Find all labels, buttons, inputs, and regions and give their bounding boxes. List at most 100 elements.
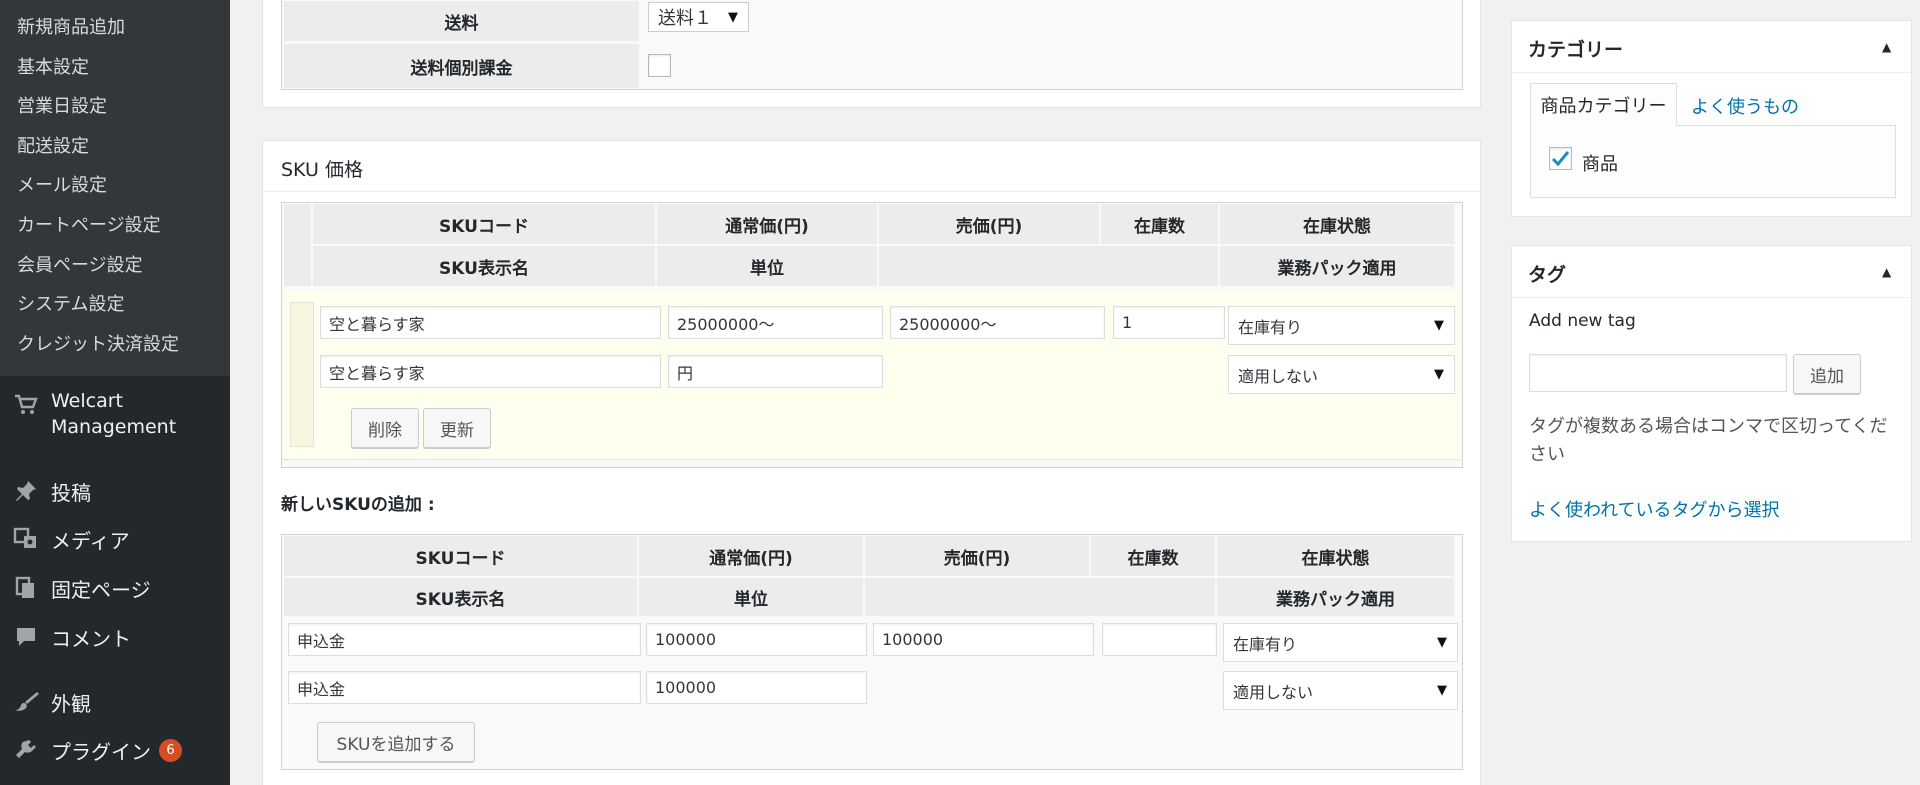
sku-header-spacer (284, 204, 311, 286)
category-panel: カテゴリー ▲ 商品 商品カテゴリー よく使うもの (1511, 20, 1912, 217)
new-sku-display-name-input[interactable]: 申込金 (288, 671, 641, 704)
plugin-update-count-badge: 6 (159, 738, 182, 762)
popular-tags-link[interactable]: よく使われているタグから選択 (1529, 496, 1780, 522)
add-new-tag-label: Add new tag (1529, 311, 1636, 331)
menu-item-pages-label: 固定ページ (51, 577, 151, 602)
new-sku-label: 新しいSKUの追加 : (281, 495, 435, 515)
new-tag-input[interactable] (1529, 354, 1787, 392)
category-panel-header[interactable]: カテゴリー ▲ (1512, 21, 1911, 73)
submenu-item-business-days[interactable]: 営業日設定 (0, 87, 230, 127)
sku-col-business-pack: 業務パック適用 (1220, 246, 1454, 286)
chevron-down-icon: ▼ (1434, 318, 1444, 333)
new-sku-col-business-pack: 業務パック適用 (1217, 578, 1454, 616)
menu-item-posts-label: 投稿 (51, 480, 91, 505)
pages-icon (0, 576, 51, 600)
submenu-item-member-page[interactable]: 会員ページ設定 (0, 246, 230, 286)
sku-col-code: SKUコード (313, 204, 655, 244)
sku-update-button[interactable]: 更新 (423, 408, 491, 448)
submenu-item-delivery[interactable]: 配送設定 (0, 127, 230, 167)
submenu-item-cart-page[interactable]: カートページ設定 (0, 206, 230, 246)
menu-item-appearance[interactable]: 外観 (0, 683, 230, 721)
sku-delete-button[interactable]: 削除 (351, 408, 419, 448)
sku-existing-display-name-input[interactable]: 空と暮らす家 (320, 355, 661, 388)
menu-item-plugins-label: プラグイン (51, 739, 151, 764)
submenu-item-new-product[interactable]: 新規商品追加 (0, 8, 230, 48)
new-sku-business-pack-select[interactable]: 適用しない ▼ (1223, 671, 1458, 710)
sku-existing-regular-price-input[interactable]: 25000000〜 (668, 306, 883, 339)
welcart-label-line2: Management (51, 416, 177, 438)
submenu-item-credit[interactable]: クレジット決済設定 (0, 325, 230, 365)
sku-existing-sale-price-input[interactable]: 25000000〜 (890, 306, 1105, 339)
new-sku-code-input[interactable]: 申込金 (288, 623, 641, 656)
new-sku-unit-input[interactable]: 100000 (646, 671, 867, 704)
sku-col-stock: 在庫数 (1101, 204, 1218, 244)
new-sku-col-regular-price: 通常価(円) (639, 536, 863, 576)
menu-item-pages[interactable]: 固定ページ (0, 569, 230, 607)
new-sku-stock-status-value: 在庫有り (1233, 634, 1298, 654)
collapse-toggle-icon[interactable]: ▲ (1882, 265, 1891, 279)
new-sku-business-pack-value: 適用しない (1233, 682, 1314, 702)
shipping-table: 送料 送料１ ▼ 送料個別課金 (281, 0, 1463, 90)
tags-panel: タグ ▲ Add new tag 追加 タグが複数ある場合はコンマで区切ってくだ… (1511, 245, 1912, 542)
shipping-select[interactable]: 送料１ ▼ (648, 2, 749, 32)
sku-existing-code-input[interactable]: 空と暮らす家 (320, 306, 661, 339)
new-sku-stock-status-select[interactable]: 在庫有り ▼ (1223, 623, 1458, 662)
menu-item-media[interactable]: メディア (0, 520, 230, 558)
sku-col-empty (879, 246, 1218, 286)
sku-col-display-name: SKU表示名 (313, 246, 655, 286)
chevron-down-icon: ▼ (1437, 683, 1447, 698)
plugin-icon (0, 738, 51, 762)
new-sku-col-code: SKUコード (284, 536, 637, 576)
new-sku-stock-input[interactable] (1102, 623, 1217, 656)
menu-item-welcart-management[interactable]: Welcart Management (0, 384, 230, 448)
tags-panel-header[interactable]: タグ ▲ (1512, 246, 1911, 298)
menu-item-comments[interactable]: コメント (0, 618, 230, 656)
category-checkbox-product[interactable] (1549, 147, 1572, 170)
sku-panel: SKU 価格 SKUコード 通常価(円) 売価(円) 在庫数 在庫状態 SKU表… (262, 140, 1481, 785)
tags-panel-title: タグ (1528, 264, 1567, 286)
submenu-item-basic-settings[interactable]: 基本設定 (0, 48, 230, 88)
welcart-label-line1: Welcart (51, 390, 123, 412)
category-tab-popular[interactable]: よく使うもの (1691, 93, 1799, 119)
add-tag-button[interactable]: 追加 (1793, 354, 1861, 394)
cart-icon (0, 388, 51, 416)
shipping-individual-label: 送料個別課金 (284, 44, 639, 88)
submenu-item-system[interactable]: システム設定 (0, 285, 230, 325)
submenu-item-mail[interactable]: メール設定 (0, 166, 230, 206)
sku-panel-header: SKU 価格 (263, 141, 1480, 192)
sku-col-sale-price: 売価(円) (879, 204, 1099, 244)
tags-hint: タグが複数ある場合はコンマで区切ってください (1529, 416, 1888, 465)
welcart-submenu: 新規商品追加 基本設定 営業日設定 配送設定 メール設定 カートページ設定 会員… (0, 0, 230, 376)
new-sku-sale-price-input[interactable]: 100000 (873, 623, 1094, 656)
sku-drag-handle[interactable] (290, 302, 314, 447)
menu-item-plugins[interactable]: プラグイン 6 (0, 731, 230, 769)
sku-panel-title: SKU 価格 (281, 159, 363, 181)
add-sku-button[interactable]: SKUを追加する (317, 722, 475, 762)
shipping-individual-checkbox[interactable] (648, 54, 671, 77)
new-sku-col-stock: 在庫数 (1091, 536, 1215, 576)
sku-existing-business-pack-select[interactable]: 適用しない ▼ (1228, 355, 1455, 394)
comment-icon (0, 626, 51, 648)
category-tab-all[interactable]: 商品カテゴリー (1530, 83, 1677, 126)
menu-item-posts[interactable]: 投稿 (0, 472, 230, 510)
sku-existing-stock-status-value: 在庫有り (1238, 317, 1303, 337)
admin-sidebar: 新規商品追加 基本設定 営業日設定 配送設定 メール設定 カートページ設定 会員… (0, 0, 230, 785)
sku-existing-stock-input[interactable]: 1 (1113, 306, 1225, 339)
sku-new-table: SKUコード 通常価(円) 売価(円) 在庫数 在庫状態 SKU表示名 単位 業… (281, 534, 1463, 770)
new-sku-col-display-name: SKU表示名 (284, 578, 637, 616)
sku-existing-unit-input[interactable]: 円 (668, 355, 883, 388)
sku-existing-business-pack-value: 適用しない (1238, 366, 1319, 386)
checkmark-icon (1551, 151, 1570, 167)
sku-col-regular-price: 通常価(円) (657, 204, 877, 244)
shipping-panel: 送料 送料１ ▼ 送料個別課金 (262, 0, 1481, 108)
chevron-down-icon: ▼ (728, 9, 738, 25)
new-sku-regular-price-input[interactable]: 100000 (646, 623, 867, 656)
sku-existing-table: SKUコード 通常価(円) 売価(円) 在庫数 在庫状態 SKU表示名 単位 業… (281, 202, 1463, 468)
menu-item-media-label: メディア (51, 528, 130, 553)
media-icon (0, 527, 51, 551)
collapse-toggle-icon[interactable]: ▲ (1882, 40, 1891, 54)
new-sku-col-stock-status: 在庫状態 (1217, 536, 1454, 576)
sku-existing-stock-status-select[interactable]: 在庫有り ▼ (1228, 306, 1455, 345)
shipping-label: 送料 (284, 1, 639, 41)
category-checklist: 商品 (1530, 125, 1896, 198)
